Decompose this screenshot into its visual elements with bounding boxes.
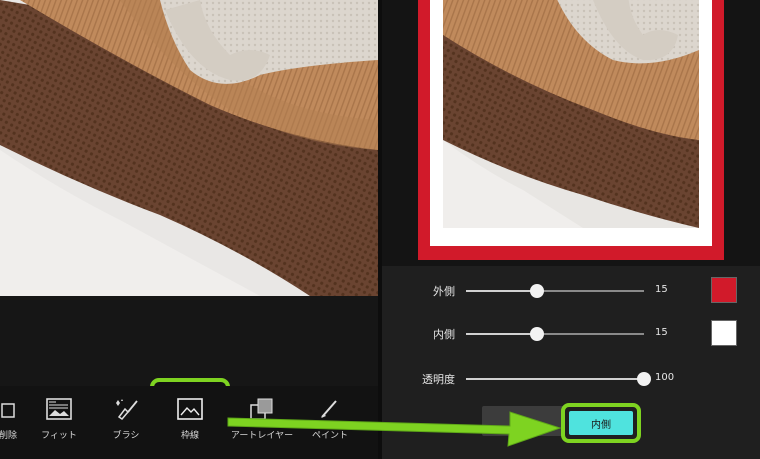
delete-icon: [0, 396, 22, 422]
left-editor-panel: 削除 フィット ブラシ 枠線 アートレイヤー ペイント: [0, 0, 378, 459]
right-editor-panel: 外側 15 内側 15 透明度 100 内側: [382, 0, 760, 459]
inner-width-slider[interactable]: [466, 327, 644, 341]
art-layer-icon: [248, 396, 276, 422]
opacity-label: 透明度: [422, 373, 455, 386]
frame-icon: [176, 396, 204, 422]
outer-width-value: 15: [655, 284, 668, 295]
outer-frame-border: [418, 0, 724, 260]
fit-icon: [45, 396, 73, 422]
canvas-empty-area: [0, 296, 378, 386]
inner-width-fill: [466, 333, 538, 335]
outer-width-slider[interactable]: [466, 284, 644, 298]
paint-icon: [316, 396, 344, 422]
framed-knit-image: [443, 0, 699, 228]
tool-delete-label: 削除: [0, 431, 17, 441]
opacity-fill: [466, 378, 644, 380]
tool-brush-label: ブラシ: [112, 431, 140, 441]
outer-width-fill: [466, 290, 538, 292]
inner-frame-border: [430, 0, 712, 246]
outer-width-label: 外側: [433, 285, 455, 298]
bottom-toolbar: 削除 フィット ブラシ 枠線 アートレイヤー ペイント: [0, 386, 378, 459]
outer-width-control: 外側 15: [382, 276, 760, 306]
inner-width-thumb[interactable]: [530, 327, 545, 341]
tool-paint-label: ペイント: [311, 431, 348, 441]
tool-art-layer-label: アートレイヤー: [230, 431, 294, 441]
inner-width-control: 内側 15: [382, 319, 760, 349]
frame-controls: 外側 15 内側 15 透明度 100 内側: [382, 266, 760, 459]
tool-paint[interactable]: ペイント: [306, 386, 354, 459]
tool-art-layer[interactable]: アートレイヤー: [230, 386, 294, 459]
inner-mode-highlight: 内側: [561, 403, 641, 443]
tool-fit[interactable]: フィット: [36, 386, 82, 459]
inner-width-label: 内側: [433, 328, 455, 341]
knit-photo-image: [0, 0, 378, 296]
opacity-control: 透明度 100: [382, 364, 760, 394]
opacity-thumb[interactable]: [637, 372, 651, 386]
outer-color-swatch[interactable]: [711, 277, 737, 303]
opacity-slider[interactable]: [466, 372, 651, 386]
tool-fit-label: フィット: [41, 431, 77, 441]
tool-brush[interactable]: ブラシ: [104, 386, 148, 459]
inner-width-value: 15: [655, 327, 668, 338]
tool-frame-label: 枠線: [180, 431, 199, 441]
outer-width-thumb[interactable]: [530, 284, 545, 298]
tool-frame[interactable]: 枠線: [166, 386, 214, 459]
inner-color-swatch[interactable]: [711, 320, 737, 346]
framed-photo: [443, 0, 699, 228]
tool-delete[interactable]: 削除: [0, 386, 24, 459]
opacity-value: 100: [655, 372, 675, 383]
inner-mode-button[interactable]: 内側: [569, 411, 633, 435]
frame-preview: [382, 0, 760, 266]
photo-canvas[interactable]: [0, 0, 378, 296]
brush-icon: [112, 396, 140, 422]
